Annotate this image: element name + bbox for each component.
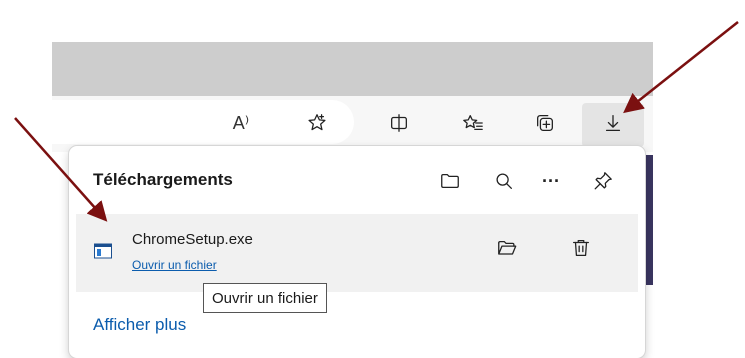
pin-icon[interactable] xyxy=(589,167,617,195)
favorite-star-icon[interactable] xyxy=(302,108,332,138)
download-icon[interactable] xyxy=(598,108,628,138)
browser-title-bar xyxy=(52,42,653,96)
downloads-panel-title: Téléchargements xyxy=(93,170,233,189)
download-item[interactable] xyxy=(76,214,638,292)
show-more-link[interactable]: Afficher plus xyxy=(93,315,186,335)
download-file-name: ChromeSetup.exe xyxy=(132,231,253,248)
open-folder-icon[interactable] xyxy=(493,234,521,262)
exe-file-icon xyxy=(94,242,112,260)
search-icon[interactable] xyxy=(490,167,518,195)
read-aloud-label: A⁾ xyxy=(232,112,250,133)
collections-icon[interactable] xyxy=(530,108,560,138)
read-aloud-icon[interactable]: A⁾ xyxy=(226,108,256,138)
page-background-strip xyxy=(645,155,653,285)
split-screen-icon[interactable] xyxy=(384,108,414,138)
delete-icon[interactable] xyxy=(567,234,595,262)
more-icon[interactable]: ··· xyxy=(537,167,565,195)
open-file-link[interactable]: Ouvrir un fichier xyxy=(132,258,217,272)
favorites-icon[interactable] xyxy=(458,108,488,138)
folder-icon[interactable] xyxy=(436,167,464,195)
tooltip: Ouvrir un fichier xyxy=(203,283,327,313)
